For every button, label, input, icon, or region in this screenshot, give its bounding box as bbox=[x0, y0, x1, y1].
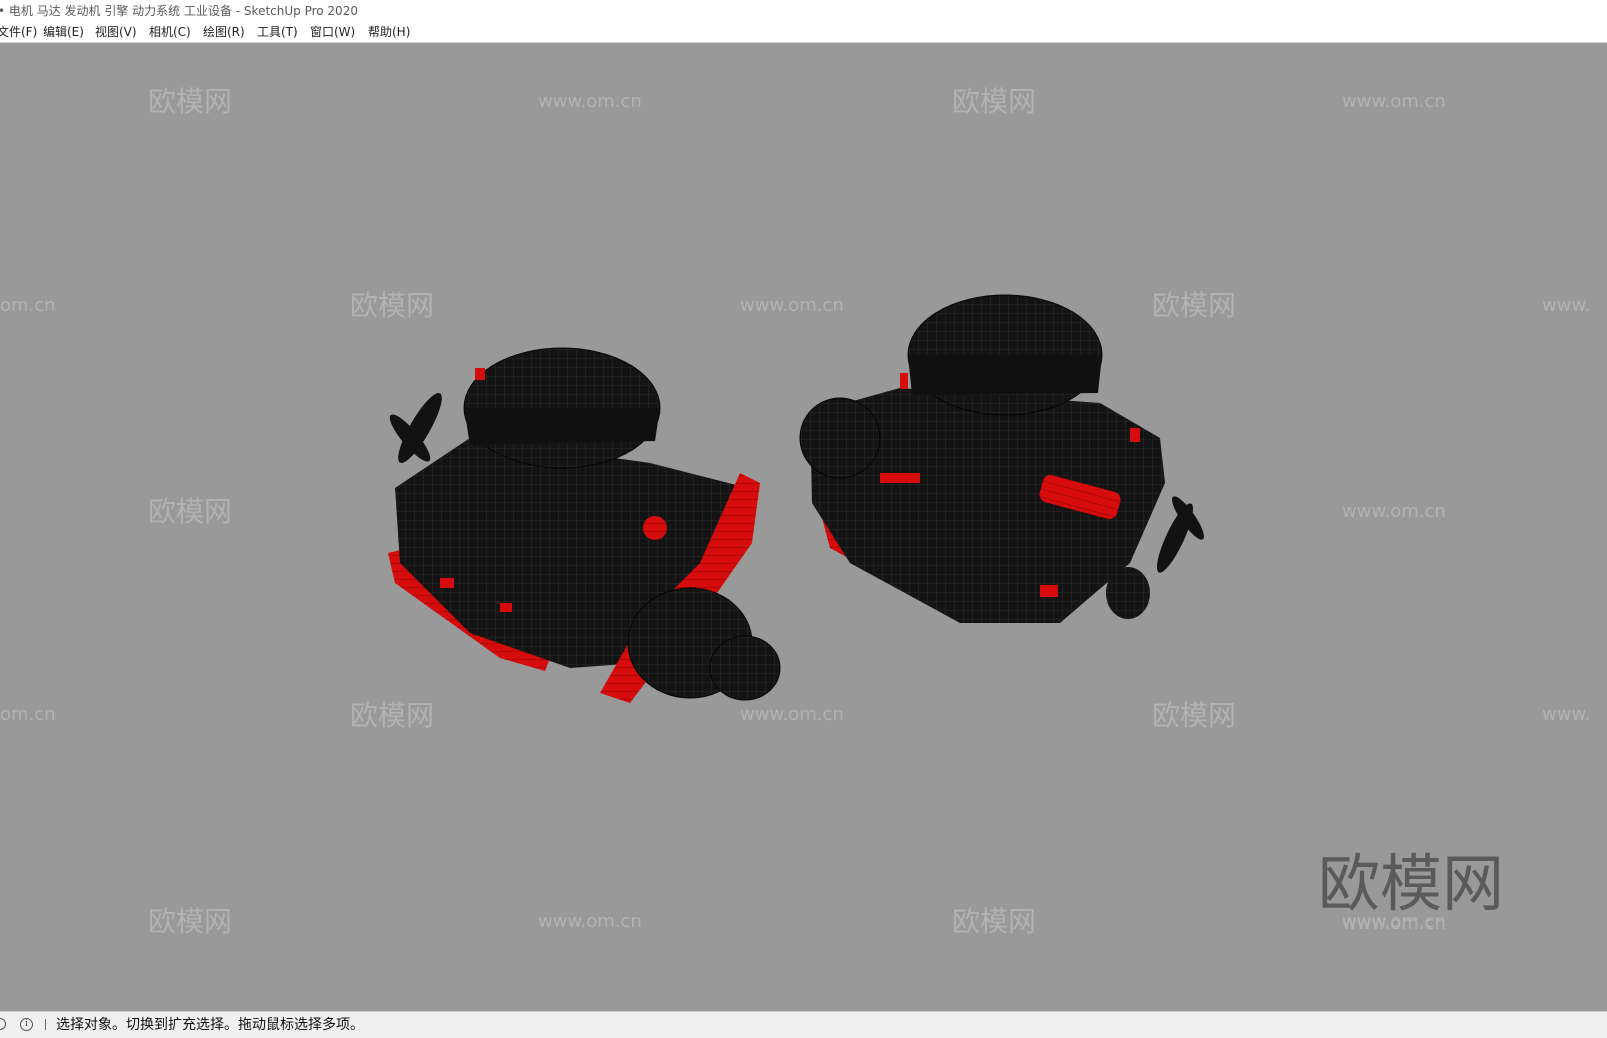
engine-red-detail bbox=[440, 578, 454, 588]
watermark-site-partial: om.cn bbox=[0, 295, 56, 316]
engine-model-right[interactable] bbox=[799, 294, 1209, 623]
watermark-site: www.om.cn bbox=[1342, 501, 1446, 522]
info-icon[interactable]: i bbox=[20, 1018, 33, 1031]
engine-flywheel bbox=[799, 397, 881, 479]
title-bar: • 电机 马达 发动机 引擎 动力系统 工业设备 - SketchUp Pro … bbox=[0, 0, 1607, 22]
menu-draw[interactable]: 绘图(R) bbox=[203, 24, 245, 40]
menu-help[interactable]: 帮助(H) bbox=[368, 24, 410, 40]
engine-red-detail bbox=[500, 603, 512, 612]
menu-tools[interactable]: 工具(T) bbox=[257, 24, 298, 40]
engine-red-cap bbox=[643, 516, 667, 540]
watermark-site: www.om.cn bbox=[538, 91, 642, 112]
engine-air-cleaner-side bbox=[464, 408, 660, 445]
menu-view[interactable]: 视图(V) bbox=[95, 24, 137, 40]
watermark-brand: 欧模网 bbox=[148, 905, 232, 938]
brand-logo-text: 欧模网 bbox=[1318, 847, 1504, 920]
watermark-brand: 欧模网 bbox=[1152, 699, 1236, 732]
engine-pulley bbox=[709, 635, 781, 701]
engine-pulley bbox=[1106, 567, 1150, 619]
engine-red-detail bbox=[1040, 585, 1058, 597]
watermark-brand: 欧模网 bbox=[350, 699, 434, 732]
menu-camera[interactable]: 相机(C) bbox=[149, 24, 191, 40]
engine-red-detail bbox=[475, 368, 485, 380]
menu-edit[interactable]: 编辑(E) bbox=[43, 24, 84, 40]
engine-air-cleaner-side bbox=[908, 355, 1102, 395]
watermark-site-partial-right: www. bbox=[1542, 704, 1590, 725]
watermark-site: www.om.cn bbox=[740, 295, 844, 316]
watermark-brand: 欧模网 bbox=[952, 85, 1036, 118]
watermark-brand: 欧模网 bbox=[148, 85, 232, 118]
engine-red-detail bbox=[1130, 428, 1140, 442]
menu-file[interactable]: 文件(F) bbox=[0, 24, 37, 40]
watermark-site: www.om.cn bbox=[740, 704, 844, 725]
viewport-canvas: 欧模网 www.om.cn 欧模网 www.om.cn om.cn 欧模网 ww… bbox=[0, 85, 1590, 938]
menu-window[interactable]: 窗口(W) bbox=[310, 24, 355, 40]
engine-model-left[interactable] bbox=[385, 347, 781, 703]
geo-location-icon[interactable] bbox=[0, 1018, 6, 1030]
watermark-brand: 欧模网 bbox=[148, 495, 232, 528]
watermark-brand: 欧模网 bbox=[350, 289, 434, 322]
brand-logo-site: www.om.cn bbox=[1342, 913, 1446, 934]
engine-red-detail bbox=[880, 473, 920, 483]
model-viewport[interactable]: 欧模网 www.om.cn 欧模网 www.om.cn om.cn 欧模网 ww… bbox=[0, 43, 1607, 1011]
status-bar: i 选择对象。切换到扩充选择。拖动鼠标选择多项。 bbox=[0, 1011, 1607, 1038]
watermark-site-partial-right: www. bbox=[1542, 295, 1590, 316]
status-separator bbox=[45, 1019, 46, 1030]
window-title: • 电机 马达 发动机 引擎 动力系统 工业设备 - SketchUp Pro … bbox=[0, 4, 358, 18]
brand-logo: 欧模网 www.om.cn bbox=[1318, 847, 1504, 934]
watermark-site-partial: om.cn bbox=[0, 704, 56, 725]
watermark-brand: 欧模网 bbox=[952, 905, 1036, 938]
engine-fan-blade bbox=[1156, 503, 1194, 573]
watermark-layer: 欧模网 www.om.cn 欧模网 www.om.cn om.cn 欧模网 ww… bbox=[0, 85, 1590, 938]
menu-bar: 文件(F) 编辑(E) 视图(V) 相机(C) 绘图(R) 工具(T) 窗口(W… bbox=[0, 22, 1607, 43]
watermark-site: www.om.cn bbox=[1342, 91, 1446, 112]
status-text: 选择对象。切换到扩充选择。拖动鼠标选择多项。 bbox=[56, 1017, 364, 1033]
engine-red-detail bbox=[900, 373, 908, 389]
watermark-brand: 欧模网 bbox=[1152, 289, 1236, 322]
watermark-site: www.om.cn bbox=[538, 911, 642, 932]
